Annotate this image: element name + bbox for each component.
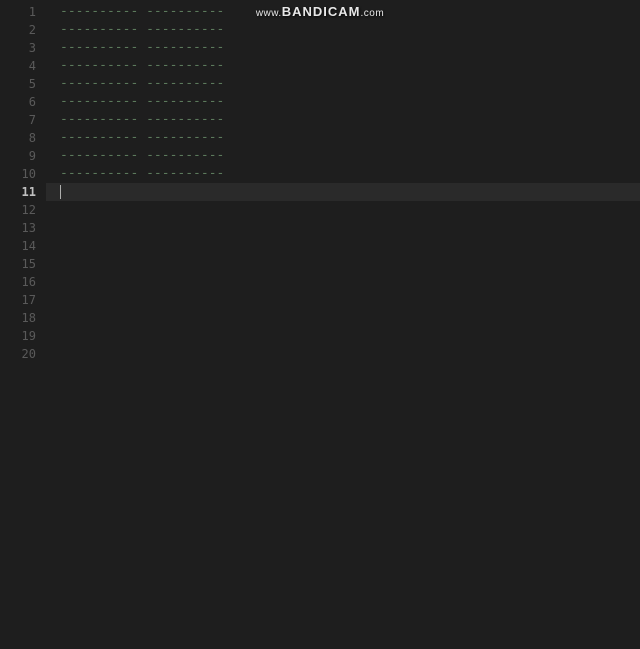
line-number: 5 (0, 75, 46, 93)
line-number: 14 (0, 237, 46, 255)
line-number: 13 (0, 219, 46, 237)
code-line[interactable]: ---------- ---------- (46, 21, 640, 39)
line-number: 7 (0, 111, 46, 129)
line-number: 2 (0, 21, 46, 39)
line-number: 10 (0, 165, 46, 183)
code-editor[interactable]: 1 2 3 4 5 6 7 8 9 10 11 12 13 14 15 16 1… (0, 0, 640, 649)
code-line[interactable] (46, 327, 640, 345)
line-number: 4 (0, 57, 46, 75)
code-line[interactable] (46, 237, 640, 255)
code-line[interactable] (46, 219, 640, 237)
line-number-gutter: 1 2 3 4 5 6 7 8 9 10 11 12 13 14 15 16 1… (0, 0, 46, 649)
line-number: 15 (0, 255, 46, 273)
code-content-area[interactable]: ---------- ---------- ---------- -------… (46, 0, 640, 649)
code-line[interactable]: ---------- ---------- (46, 39, 640, 57)
code-line[interactable]: ---------- ---------- (46, 129, 640, 147)
code-line[interactable]: ---------- ---------- (46, 93, 640, 111)
line-number: 16 (0, 273, 46, 291)
line-number: 8 (0, 129, 46, 147)
code-line[interactable] (46, 273, 640, 291)
code-line[interactable] (46, 291, 640, 309)
code-line[interactable]: ---------- ---------- (46, 3, 640, 21)
code-line[interactable]: ---------- ---------- (46, 57, 640, 75)
line-number: 20 (0, 345, 46, 363)
code-line[interactable] (46, 201, 640, 219)
line-number-active: 11 (0, 183, 46, 201)
line-number: 12 (0, 201, 46, 219)
code-line[interactable] (46, 309, 640, 327)
line-number: 6 (0, 93, 46, 111)
line-number: 18 (0, 309, 46, 327)
code-line-current[interactable] (46, 183, 640, 201)
line-number: 1 (0, 3, 46, 21)
code-line[interactable]: ---------- ---------- (46, 147, 640, 165)
code-line[interactable]: ---------- ---------- (46, 165, 640, 183)
code-line[interactable]: ---------- ---------- (46, 75, 640, 93)
line-number: 3 (0, 39, 46, 57)
code-line[interactable] (46, 345, 640, 363)
code-line[interactable]: ---------- ---------- (46, 111, 640, 129)
line-number: 19 (0, 327, 46, 345)
code-line[interactable] (46, 255, 640, 273)
line-number: 17 (0, 291, 46, 309)
line-number: 9 (0, 147, 46, 165)
